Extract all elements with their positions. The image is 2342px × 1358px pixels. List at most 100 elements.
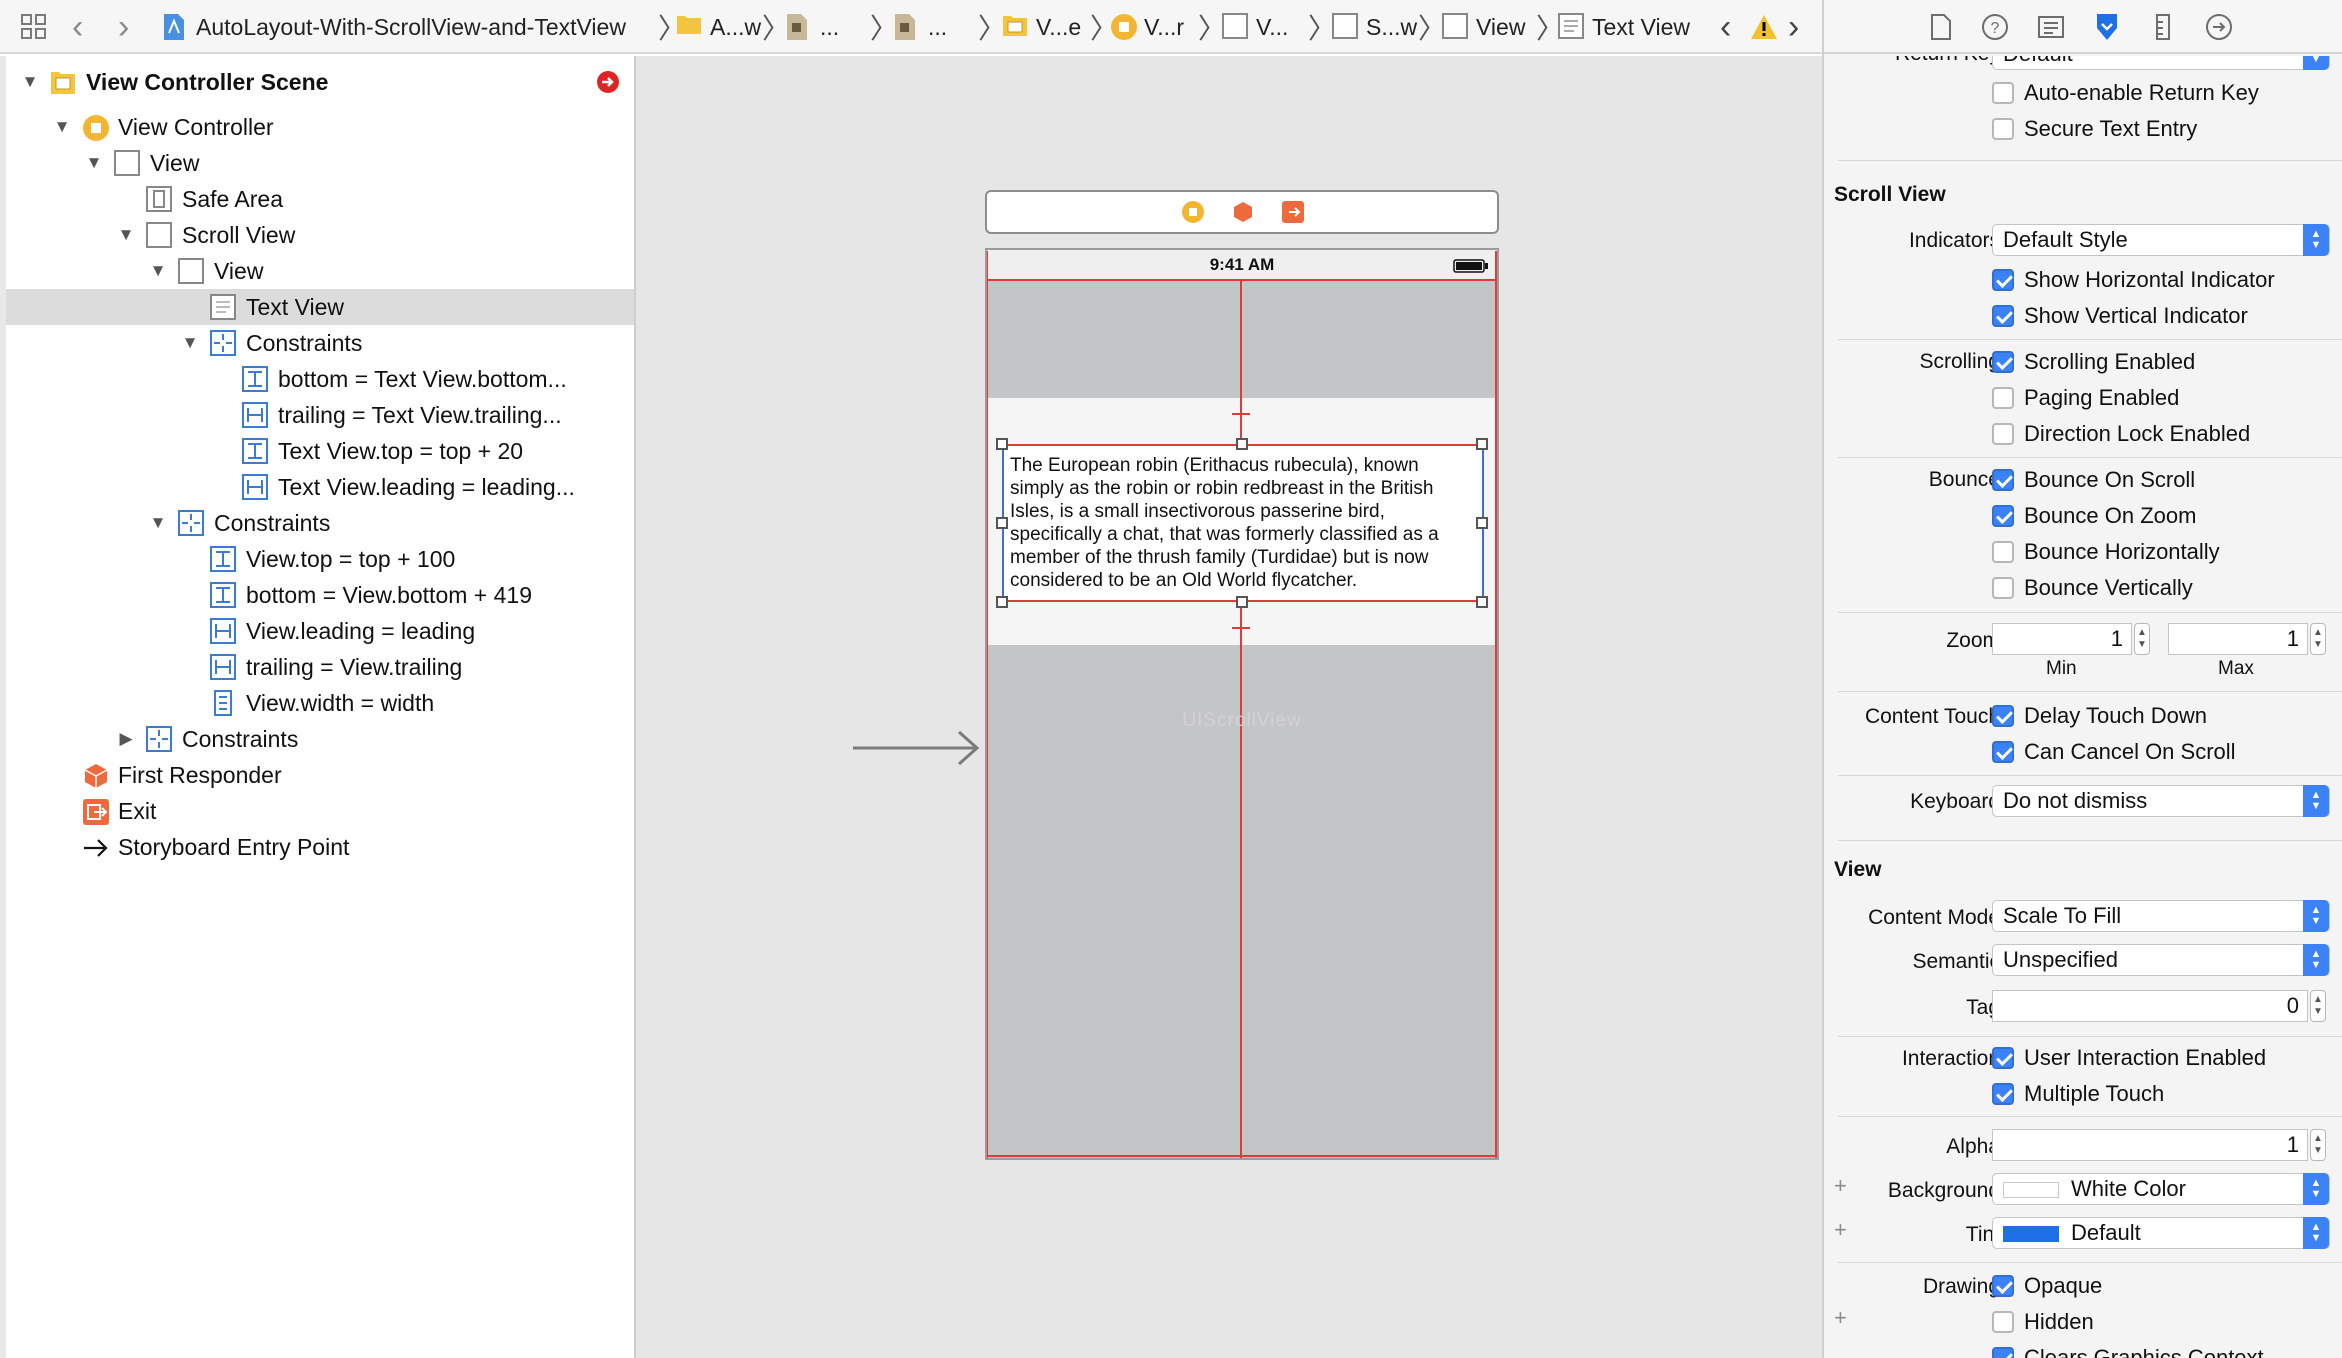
keyboard-popup[interactable]: Do not dismiss ▲ ▼ [1992, 785, 2330, 817]
paging-enabled-checkbox[interactable] [1992, 387, 2014, 409]
text-view[interactable]: The European robin (Erithacus rubecula),… [1002, 444, 1484, 602]
user-interaction-enabled-checkbox[interactable] [1992, 1047, 2014, 1069]
identity-inspector-icon[interactable] [2036, 12, 2066, 42]
show-vertical-indicator-checkbox[interactable] [1992, 305, 2014, 327]
jumpbar-crumb-contentview[interactable]: View [1442, 0, 1525, 54]
outline-item-constraint[interactable]: Text View.leading = leading... [6, 469, 634, 505]
entry-point-arrow-icon[interactable] [851, 726, 986, 770]
outline-item-constraints[interactable]: ▼ Constraints [6, 505, 634, 541]
jumpbar-crumb-textview[interactable]: Text View [1558, 0, 1690, 54]
multiple-touch-checkbox[interactable] [1992, 1083, 2014, 1105]
tint-popup[interactable]: Default ▲ ▼ [1992, 1217, 2330, 1249]
bounce-on-zoom-checkbox[interactable] [1992, 505, 2014, 527]
zoom-max-field[interactable]: 1 [2168, 623, 2308, 655]
outline-item-view[interactable]: ▼ View [6, 145, 634, 181]
warning-icon[interactable] [1750, 0, 1778, 54]
zoom-max-stepper[interactable]: ▲ ▼ [2310, 623, 2326, 655]
outline-item-constraint[interactable]: View.top = top + 100 [6, 541, 634, 577]
bounce-vertically-checkbox[interactable] [1992, 577, 2014, 599]
disclosure-triangle-icon[interactable]: ▼ [116, 225, 136, 245]
resize-handle[interactable] [1476, 438, 1488, 450]
outline-item-first-responder[interactable]: First Responder [6, 757, 634, 793]
outline-item-content-view[interactable]: ▼ View [6, 253, 634, 289]
view-controller-icon[interactable] [1181, 200, 1205, 229]
add-variation-icon[interactable]: + [1834, 1173, 1847, 1199]
previous-issue-chevron-icon[interactable]: ‹ [1720, 0, 1731, 54]
outline-item-text-view[interactable]: Text View [6, 289, 634, 325]
disclosure-triangle-icon[interactable]: ▼ [52, 117, 72, 137]
resize-handle[interactable] [996, 596, 1008, 608]
outline-item-constraint[interactable]: View.width = width [6, 685, 634, 721]
show-horizontal-indicator-checkbox[interactable] [1992, 269, 2014, 291]
jumpbar-crumb-viewcontroller[interactable]: V...r [1110, 0, 1184, 54]
scrolling-enabled-checkbox[interactable] [1992, 351, 2014, 373]
help-icon[interactable]: ? [1980, 12, 2010, 42]
device-frame[interactable]: 9:41 AM The European robin (Erithacus ru… [985, 248, 1499, 1160]
error-badge-icon[interactable] [596, 70, 622, 96]
add-variation-icon[interactable]: + [1834, 1217, 1847, 1243]
secure-text-entry-checkbox[interactable] [1992, 118, 2014, 140]
resize-handle[interactable] [1476, 517, 1488, 529]
jumpbar-crumb-scrollview[interactable]: S...w [1332, 0, 1417, 54]
scene-dock[interactable] [985, 190, 1499, 234]
file-inspector-icon[interactable] [1926, 12, 1956, 42]
back-chevron-icon[interactable]: ‹ [72, 0, 83, 54]
outline-item-constraint[interactable]: trailing = Text View.trailing... [6, 397, 634, 433]
outline-item-constraints[interactable]: ▼ Constraints [6, 325, 634, 361]
outline-item-constraint[interactable]: trailing = View.trailing [6, 649, 634, 685]
jumpbar-crumb-scene[interactable]: V...e [1002, 0, 1081, 54]
hidden-checkbox[interactable] [1992, 1311, 2014, 1333]
zoom-min-field[interactable]: 1 [1992, 623, 2132, 655]
connections-inspector-icon[interactable] [2204, 12, 2234, 42]
tag-field[interactable]: 0 [1992, 990, 2308, 1022]
outline-item-constraint[interactable]: bottom = View.bottom + 419 [6, 577, 634, 613]
semantic-popup[interactable]: Unspecified ▲ ▼ [1992, 944, 2330, 976]
outline-item-view-controller[interactable]: ▼ View Controller [6, 109, 634, 145]
disclosure-triangle-icon[interactable]: ▼ [84, 153, 104, 173]
clears-graphics-context-checkbox[interactable] [1992, 1347, 2014, 1358]
tag-stepper[interactable]: ▲ ▼ [2310, 990, 2326, 1022]
jumpbar-crumb-view[interactable]: V... [1222, 0, 1288, 54]
forward-chevron-icon[interactable]: › [118, 0, 129, 54]
jumpbar-crumb-storyboard-base[interactable]: ... [894, 0, 947, 54]
content-mode-popup[interactable]: Scale To Fill ▲ ▼ [1992, 900, 2330, 932]
bounce-on-scroll-checkbox[interactable] [1992, 469, 2014, 491]
outline-item-safe-area[interactable]: Safe Area [6, 181, 634, 217]
delay-touch-down-checkbox[interactable] [1992, 705, 2014, 727]
outline-item-constraint[interactable]: Text View.top = top + 20 [6, 433, 634, 469]
disclosure-triangle-icon[interactable]: ▼ [148, 261, 168, 281]
outline-item-exit[interactable]: Exit [6, 793, 634, 829]
jumpbar-project[interactable]: AutoLayout-With-ScrollView-and-TextView [162, 0, 626, 54]
disclosure-triangle-icon[interactable]: ▼ [148, 513, 168, 533]
resize-handle[interactable] [1236, 596, 1248, 608]
storyboard-canvas[interactable]: 9:41 AM The European robin (Erithacus ru… [636, 56, 1822, 1358]
background-popup[interactable]: White Color ▲ ▼ [1992, 1173, 2330, 1205]
resize-handle[interactable] [996, 438, 1008, 450]
related-items-icon[interactable] [20, 0, 48, 54]
jumpbar-crumb-storyboard[interactable]: ... [786, 0, 839, 54]
size-inspector-icon[interactable] [2148, 12, 2178, 42]
resize-handle[interactable] [1476, 596, 1488, 608]
alpha-stepper[interactable]: ▲ ▼ [2310, 1129, 2326, 1161]
exit-icon[interactable] [1281, 200, 1305, 229]
first-responder-icon[interactable] [1231, 200, 1255, 229]
resize-handle[interactable] [996, 517, 1008, 529]
outline-scene-row[interactable]: ▼ View Controller Scene [6, 64, 634, 100]
disclosure-triangle-collapsed-icon[interactable]: ▶ [116, 729, 136, 749]
outline-item-constraints[interactable]: ▶ Constraints [6, 721, 634, 757]
bounce-horizontally-checkbox[interactable] [1992, 541, 2014, 563]
attributes-inspector-icon[interactable] [2092, 12, 2122, 42]
alpha-field[interactable]: 1 [1992, 1129, 2308, 1161]
indicators-popup[interactable]: Default Style ▲ ▼ [1992, 224, 2330, 256]
direction-lock-checkbox[interactable] [1992, 423, 2014, 445]
add-variation-icon[interactable]: + [1834, 1305, 1847, 1331]
outline-item-constraint[interactable]: View.leading = leading [6, 613, 634, 649]
opaque-checkbox[interactable] [1992, 1275, 2014, 1297]
disclosure-triangle-icon[interactable]: ▼ [20, 72, 40, 92]
auto-enable-return-key-checkbox[interactable] [1992, 82, 2014, 104]
disclosure-triangle-icon[interactable]: ▼ [180, 333, 200, 353]
jumpbar-crumb-folder[interactable]: A...w [676, 0, 761, 54]
next-issue-chevron-icon[interactable]: › [1788, 0, 1799, 54]
resize-handle[interactable] [1236, 438, 1248, 450]
zoom-min-stepper[interactable]: ▲ ▼ [2134, 623, 2150, 655]
